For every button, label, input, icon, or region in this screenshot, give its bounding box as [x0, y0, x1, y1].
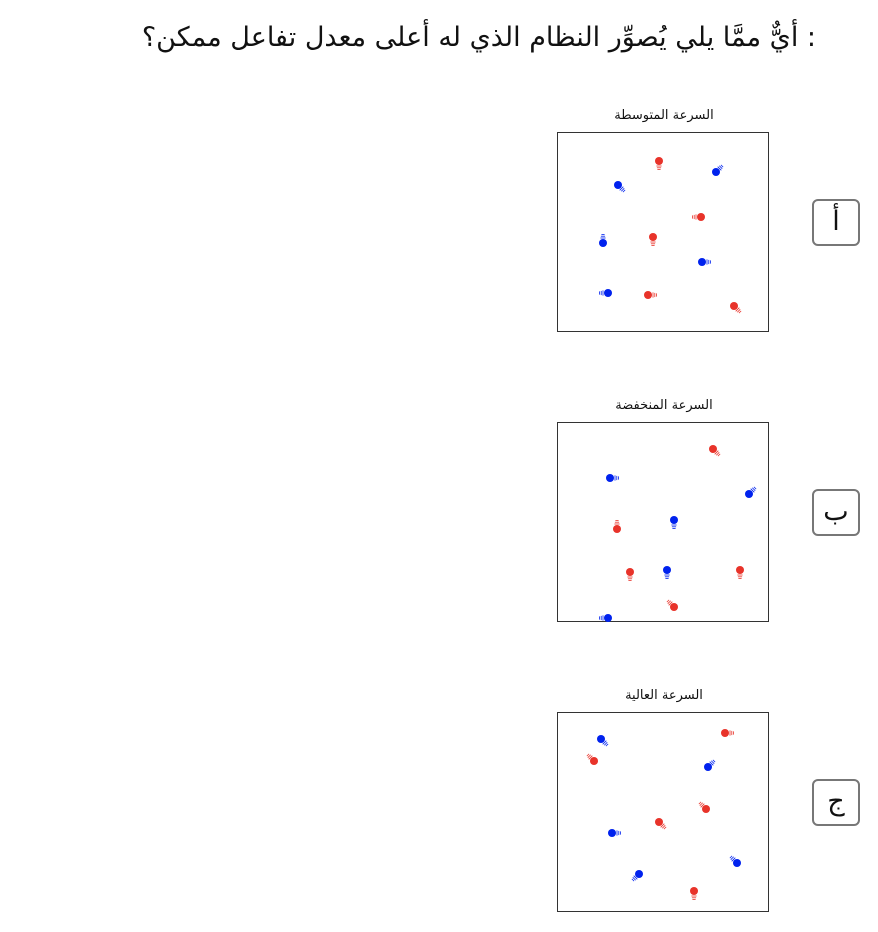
- option-c-particles: [586, 729, 741, 901]
- blue-particle: [745, 486, 757, 498]
- option-b-particles: [599, 445, 757, 622]
- blue-particle: [608, 829, 621, 837]
- blue-particle: [614, 181, 626, 193]
- red-particle: [649, 233, 657, 246]
- blue-particle: [597, 735, 609, 747]
- option-a-particles: [599, 157, 742, 314]
- red-particle: [736, 566, 744, 580]
- blue-particle: [599, 234, 607, 247]
- option-b-caption: السرعة المنخفضة: [615, 398, 713, 413]
- blue-particle: [704, 759, 716, 771]
- blue-particle: [698, 258, 712, 266]
- red-particle: [613, 520, 621, 533]
- red-particle: [691, 213, 705, 221]
- blue-particle: [712, 164, 724, 176]
- blue-particle: [670, 516, 678, 529]
- blue-particle: [631, 870, 643, 882]
- red-particle: [721, 729, 735, 737]
- red-particle: [709, 445, 721, 457]
- red-particle: [644, 291, 657, 299]
- blue-particle: [599, 289, 612, 297]
- option-c: السرعة العالية ج: [550, 688, 868, 912]
- blue-particle: [599, 614, 612, 622]
- option-c-caption: السرعة العالية: [625, 688, 703, 703]
- option-b-diagram: [557, 422, 769, 622]
- option-a: السرعة المتوسطة أ: [550, 108, 868, 332]
- option-b-button[interactable]: ب: [812, 489, 860, 536]
- blue-particle: [663, 566, 671, 580]
- option-a-diagram: [557, 132, 769, 332]
- option-a-caption: السرعة المتوسطة: [614, 108, 714, 123]
- option-a-button[interactable]: أ: [812, 199, 860, 246]
- option-c-button[interactable]: ج: [812, 779, 860, 826]
- option-c-diagram: [557, 712, 769, 912]
- red-particle: [655, 157, 663, 170]
- option-b: السرعة المنخفضة ب: [550, 398, 868, 622]
- blue-particle: [606, 474, 619, 482]
- blue-particle: [729, 855, 741, 867]
- question-text: : أيٌّ ممَّا يلي يُصوِّر النظام الذي له …: [141, 22, 816, 53]
- red-particle: [655, 818, 667, 830]
- red-particle: [698, 801, 710, 813]
- red-particle: [690, 887, 698, 901]
- red-particle: [730, 302, 742, 314]
- red-particle: [626, 568, 634, 582]
- red-particle: [586, 753, 598, 765]
- red-particle: [666, 599, 678, 611]
